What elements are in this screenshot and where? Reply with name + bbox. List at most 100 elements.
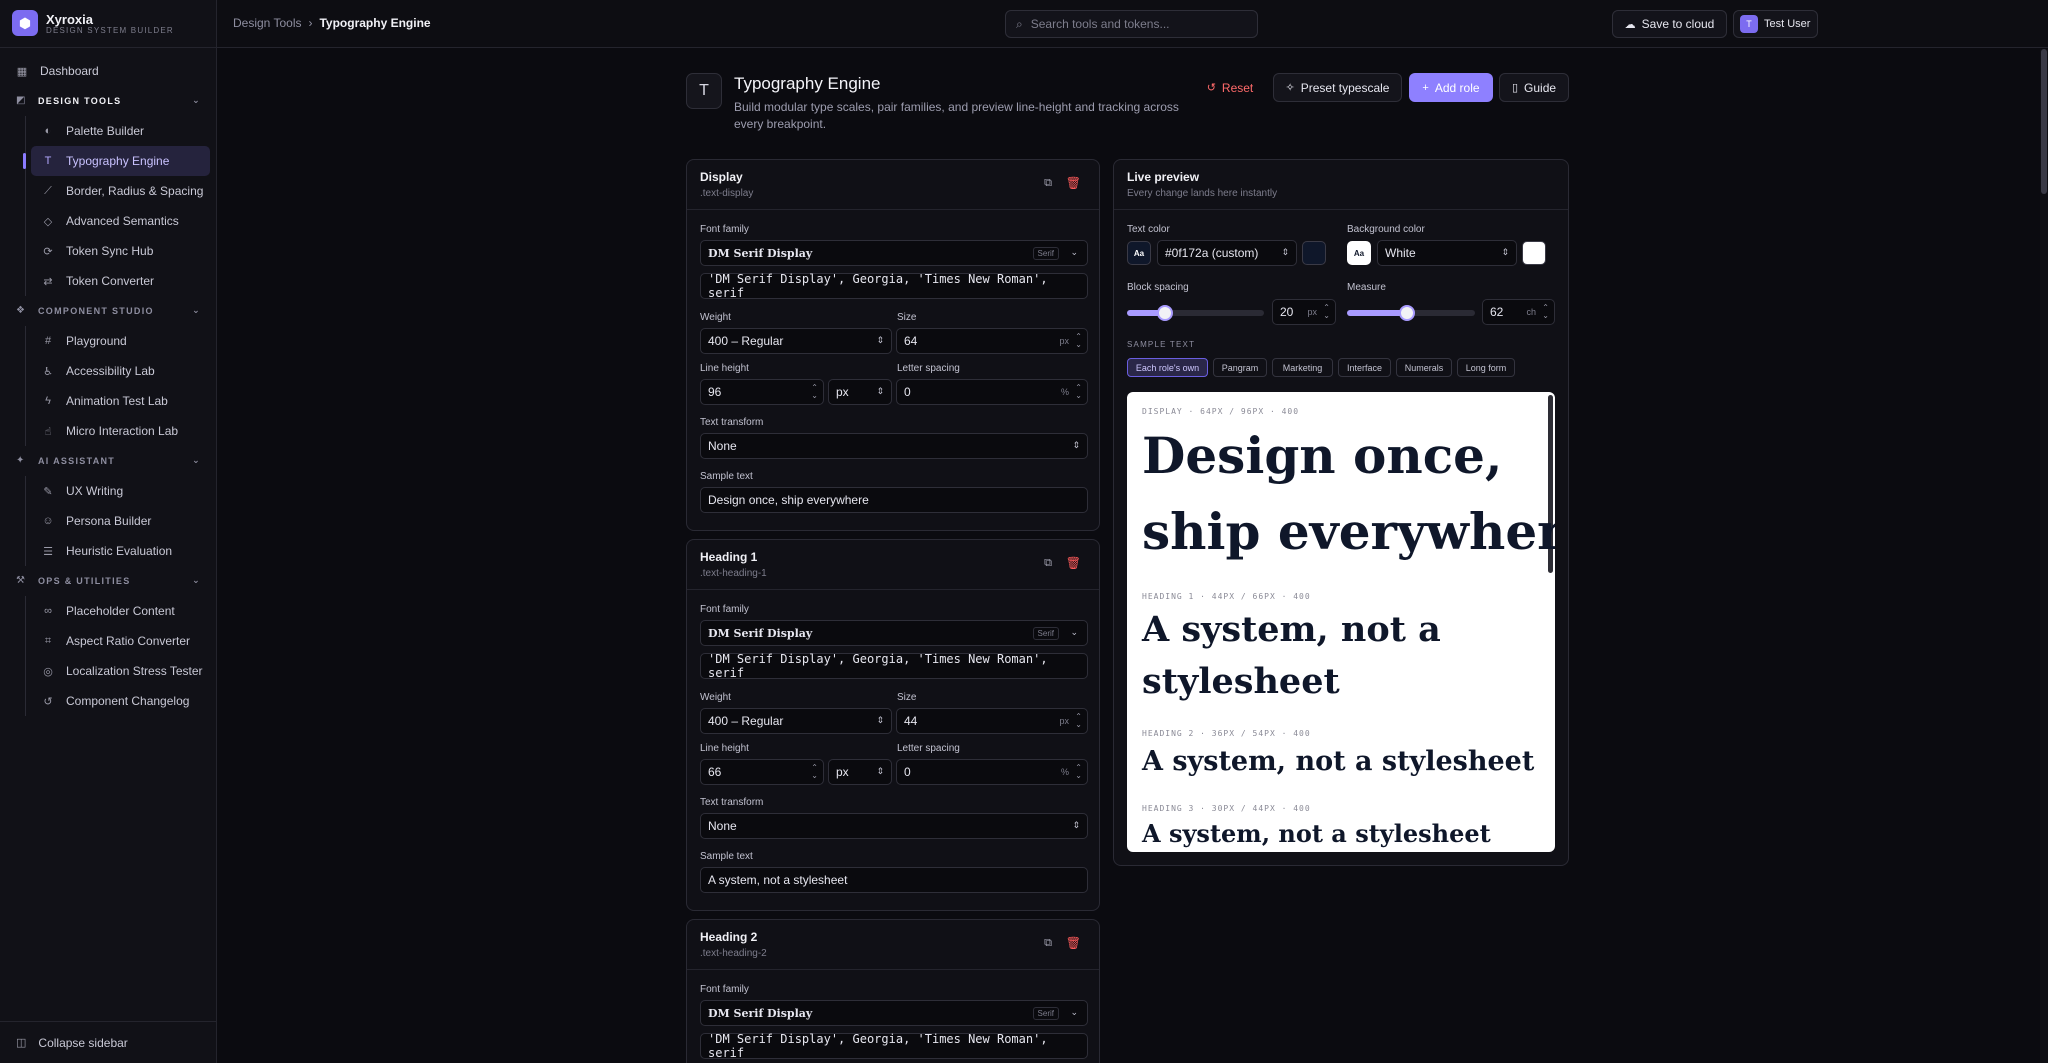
text-color-swatch[interactable] [1302, 241, 1326, 265]
search-input[interactable]: ⌕ Search tools and tokens... [1005, 10, 1258, 38]
section-component-studio[interactable]: ❖ COMPONENT STUDIO ⌄ [0, 296, 217, 326]
font-family-select[interactable]: DM Serif Display Serif ⌄ [700, 620, 1088, 646]
block-spacing-slider[interactable] [1127, 305, 1264, 321]
font-family-select[interactable]: DM Serif Display Serif ⌄ [700, 1000, 1088, 1026]
magic-wand-icon: ✧ [1285, 82, 1295, 94]
section-ops-utilities[interactable]: ⚒ OPS & UTILITIES ⌄ [0, 566, 217, 596]
guide-button[interactable]: ▯ Guide [1499, 73, 1569, 102]
sample-meta-display: DISPLAY · 64PX / 96PX · 400 [1142, 407, 1300, 416]
chip-long-form[interactable]: Long form [1457, 358, 1515, 377]
button-label: Add role [1434, 80, 1480, 95]
sidebar-item-animation-test-lab[interactable]: ϟ Animation Test Lab [0, 386, 217, 416]
page-scrollbar[interactable] [2040, 49, 2048, 1063]
sidebar-item-token-converter[interactable]: ⇄ Token Converter [0, 266, 217, 296]
breadcrumb-link[interactable]: Design Tools [233, 16, 301, 30]
stepper-icon[interactable]: ⌃ ⌄ [1075, 764, 1082, 780]
trash-icon[interactable]: 🗑 [1066, 176, 1081, 190]
size-value: 64 [904, 334, 918, 348]
background-color-value: White [1385, 246, 1416, 260]
card-header: Heading 1 .text-heading-1 ⧉ 🗑 [687, 540, 1099, 590]
section-ai-assistant[interactable]: ✦ AI ASSISTANT ⌄ [0, 446, 217, 476]
stepper-icon[interactable]: ⌃ ⌄ [1075, 384, 1082, 400]
chip-each-roles-own[interactable]: Each role's own [1127, 358, 1208, 377]
font-family-select[interactable]: DM Serif Display Serif ⌄ [700, 240, 1088, 266]
measure-slider[interactable] [1347, 305, 1475, 321]
sidebar-item-placeholder-content[interactable]: ∞ Placeholder Content [0, 596, 217, 626]
trash-icon[interactable]: 🗑 [1066, 936, 1081, 950]
block-spacing-input[interactable]: 20 px ⌃ ⌄ [1272, 299, 1336, 325]
sidebar-item-heuristic-evaluation[interactable]: ☰ Heuristic Evaluation [0, 536, 217, 566]
section-design-tools[interactable]: ◩ DESIGN TOOLS ⌄ [0, 86, 217, 116]
text-transform-select[interactable]: None ⇕ [700, 433, 1088, 459]
sidebar-item-ux-writing[interactable]: ✎ UX Writing [0, 476, 217, 506]
trash-icon[interactable]: 🗑 [1066, 556, 1081, 570]
stepper-icon[interactable]: ⌃ ⌄ [811, 384, 818, 400]
sidebar-item-palette-builder[interactable]: ◐ Palette Builder [0, 116, 217, 146]
sidebar-item-localization-stress-tester[interactable]: ◎ Localization Stress Tester [0, 656, 217, 686]
line-height-unit-select[interactable]: px ⇕ [828, 759, 892, 785]
add-role-button[interactable]: + Add role [1409, 73, 1493, 102]
measure-input[interactable]: 62 ch ⌃ ⌄ [1482, 299, 1555, 325]
sidebar-item-component-changelog[interactable]: ↺ Component Changelog [0, 686, 217, 716]
stepper-icon[interactable]: ⌃ ⌄ [1075, 333, 1082, 349]
text-transform-select[interactable]: None ⇕ [700, 813, 1088, 839]
slider-handle[interactable] [1399, 305, 1415, 321]
background-color-swatch[interactable] [1522, 241, 1546, 265]
line-height-input[interactable]: 96 ⌃ ⌄ [700, 379, 824, 405]
scrollbar-thumb[interactable] [2041, 49, 2047, 194]
sidebar-item-typography-engine[interactable]: T Typography Engine [23, 146, 210, 176]
size-input[interactable]: 64 px ⌃ ⌄ [896, 328, 1088, 354]
ruler-icon: ⟋ [44, 184, 52, 197]
text-color-select[interactable]: #0f172a (custom) ⇕ [1157, 240, 1297, 266]
font-stack-input[interactable]: 'DM Serif Display', Georgia, 'Times New … [700, 272, 1088, 300]
sidebar-item-accessibility-lab[interactable]: ♿ Accessibility Lab [0, 356, 217, 386]
letter-spacing-input[interactable]: 0% ⌃ ⌄ [896, 379, 1088, 405]
sidebar-item-aspect-ratio-converter[interactable]: ⌗ Aspect Ratio Converter [0, 626, 217, 656]
brand[interactable]: ⬢ Xyroxia DESIGN SYSTEM BUILDER [12, 10, 212, 38]
chip-pangram[interactable]: Pangram [1213, 358, 1267, 377]
background-color-select[interactable]: White ⇕ [1377, 240, 1517, 266]
size-input[interactable]: 44 px ⌃ ⌄ [896, 708, 1088, 734]
stepper-icon[interactable]: ⌃ ⌄ [1323, 304, 1330, 320]
sidebar-item-persona-builder[interactable]: ☺ Persona Builder [0, 506, 217, 536]
sidebar-item-token-sync-hub[interactable]: ⟳ Token Sync Hub [0, 236, 217, 266]
duplicate-icon[interactable]: ⧉ [1044, 937, 1052, 950]
reset-button[interactable]: ↺ Reset [1200, 73, 1260, 102]
weight-value: 400 – Regular [708, 334, 784, 348]
font-family-label: Font family [700, 224, 749, 235]
size-label: Size [897, 312, 917, 323]
sidebar-item-micro-interaction-lab[interactable]: ☝ Micro Interaction Lab [0, 416, 217, 446]
sample-text-input[interactable]: Design once, ship everywhere [700, 487, 1088, 513]
line-height-input[interactable]: 66 ⌃ ⌄ [700, 759, 824, 785]
sidebar-item-playground[interactable]: # Playground [0, 326, 217, 356]
user-menu-button[interactable]: T Test User [1733, 10, 1818, 38]
font-stack-input[interactable]: 'DM Serif Display', Georgia, 'Times New … [700, 1032, 1088, 1060]
letter-spacing-input[interactable]: 0% ⌃ ⌄ [896, 759, 1088, 785]
stepper-icon[interactable]: ⌃ ⌄ [811, 764, 818, 780]
stepper-icon[interactable]: ⌃ ⌄ [1075, 713, 1082, 729]
sidebar-item-advanced-semantics[interactable]: ◇ Advanced Semantics [0, 206, 217, 236]
chip-numerals[interactable]: Numerals [1396, 358, 1452, 377]
duplicate-icon[interactable]: ⧉ [1044, 557, 1052, 570]
preset-typescale-button[interactable]: ✧ Preset typescale [1273, 73, 1402, 102]
page-description: Build modular type scales, pair families… [734, 100, 1179, 131]
duplicate-icon[interactable]: ⧉ [1044, 177, 1052, 190]
weight-select[interactable]: 400 – Regular ⇕ [700, 328, 892, 354]
weight-select[interactable]: 400 – Regular ⇕ [700, 708, 892, 734]
slider-handle[interactable] [1157, 305, 1173, 321]
weight-label: Weight [700, 312, 731, 323]
line-height-unit-select[interactable]: px ⇕ [828, 379, 892, 405]
collapse-sidebar-button[interactable]: ◫ Collapse sidebar [0, 1021, 217, 1063]
sidebar-item-border-radius-spacing[interactable]: ⟋ Border, Radius & Spacing [0, 176, 217, 206]
font-stack-input[interactable]: 'DM Serif Display', Georgia, 'Times New … [700, 652, 1088, 680]
cloud-upload-icon: ☁ [1624, 18, 1636, 31]
chip-marketing[interactable]: Marketing [1272, 358, 1333, 377]
block-spacing-value: 20 [1280, 305, 1294, 319]
sample-text-input[interactable]: A system, not a stylesheet [700, 867, 1088, 893]
sidebar-item-dashboard[interactable]: ▦ Dashboard [0, 56, 217, 86]
line-height-value: 96 [708, 385, 722, 399]
save-to-cloud-button[interactable]: ☁ Save to cloud [1612, 10, 1727, 38]
stepper-icon[interactable]: ⌃ ⌄ [1542, 304, 1549, 320]
chip-interface[interactable]: Interface [1338, 358, 1391, 377]
button-label: Save to cloud [1641, 17, 1715, 31]
